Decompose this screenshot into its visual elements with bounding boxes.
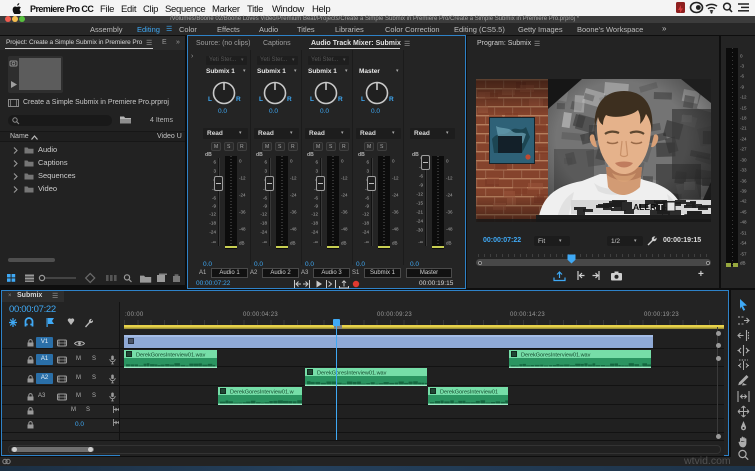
- svg-text:ALER: ALER: [633, 202, 656, 212]
- svg-text:T: T: [658, 202, 664, 212]
